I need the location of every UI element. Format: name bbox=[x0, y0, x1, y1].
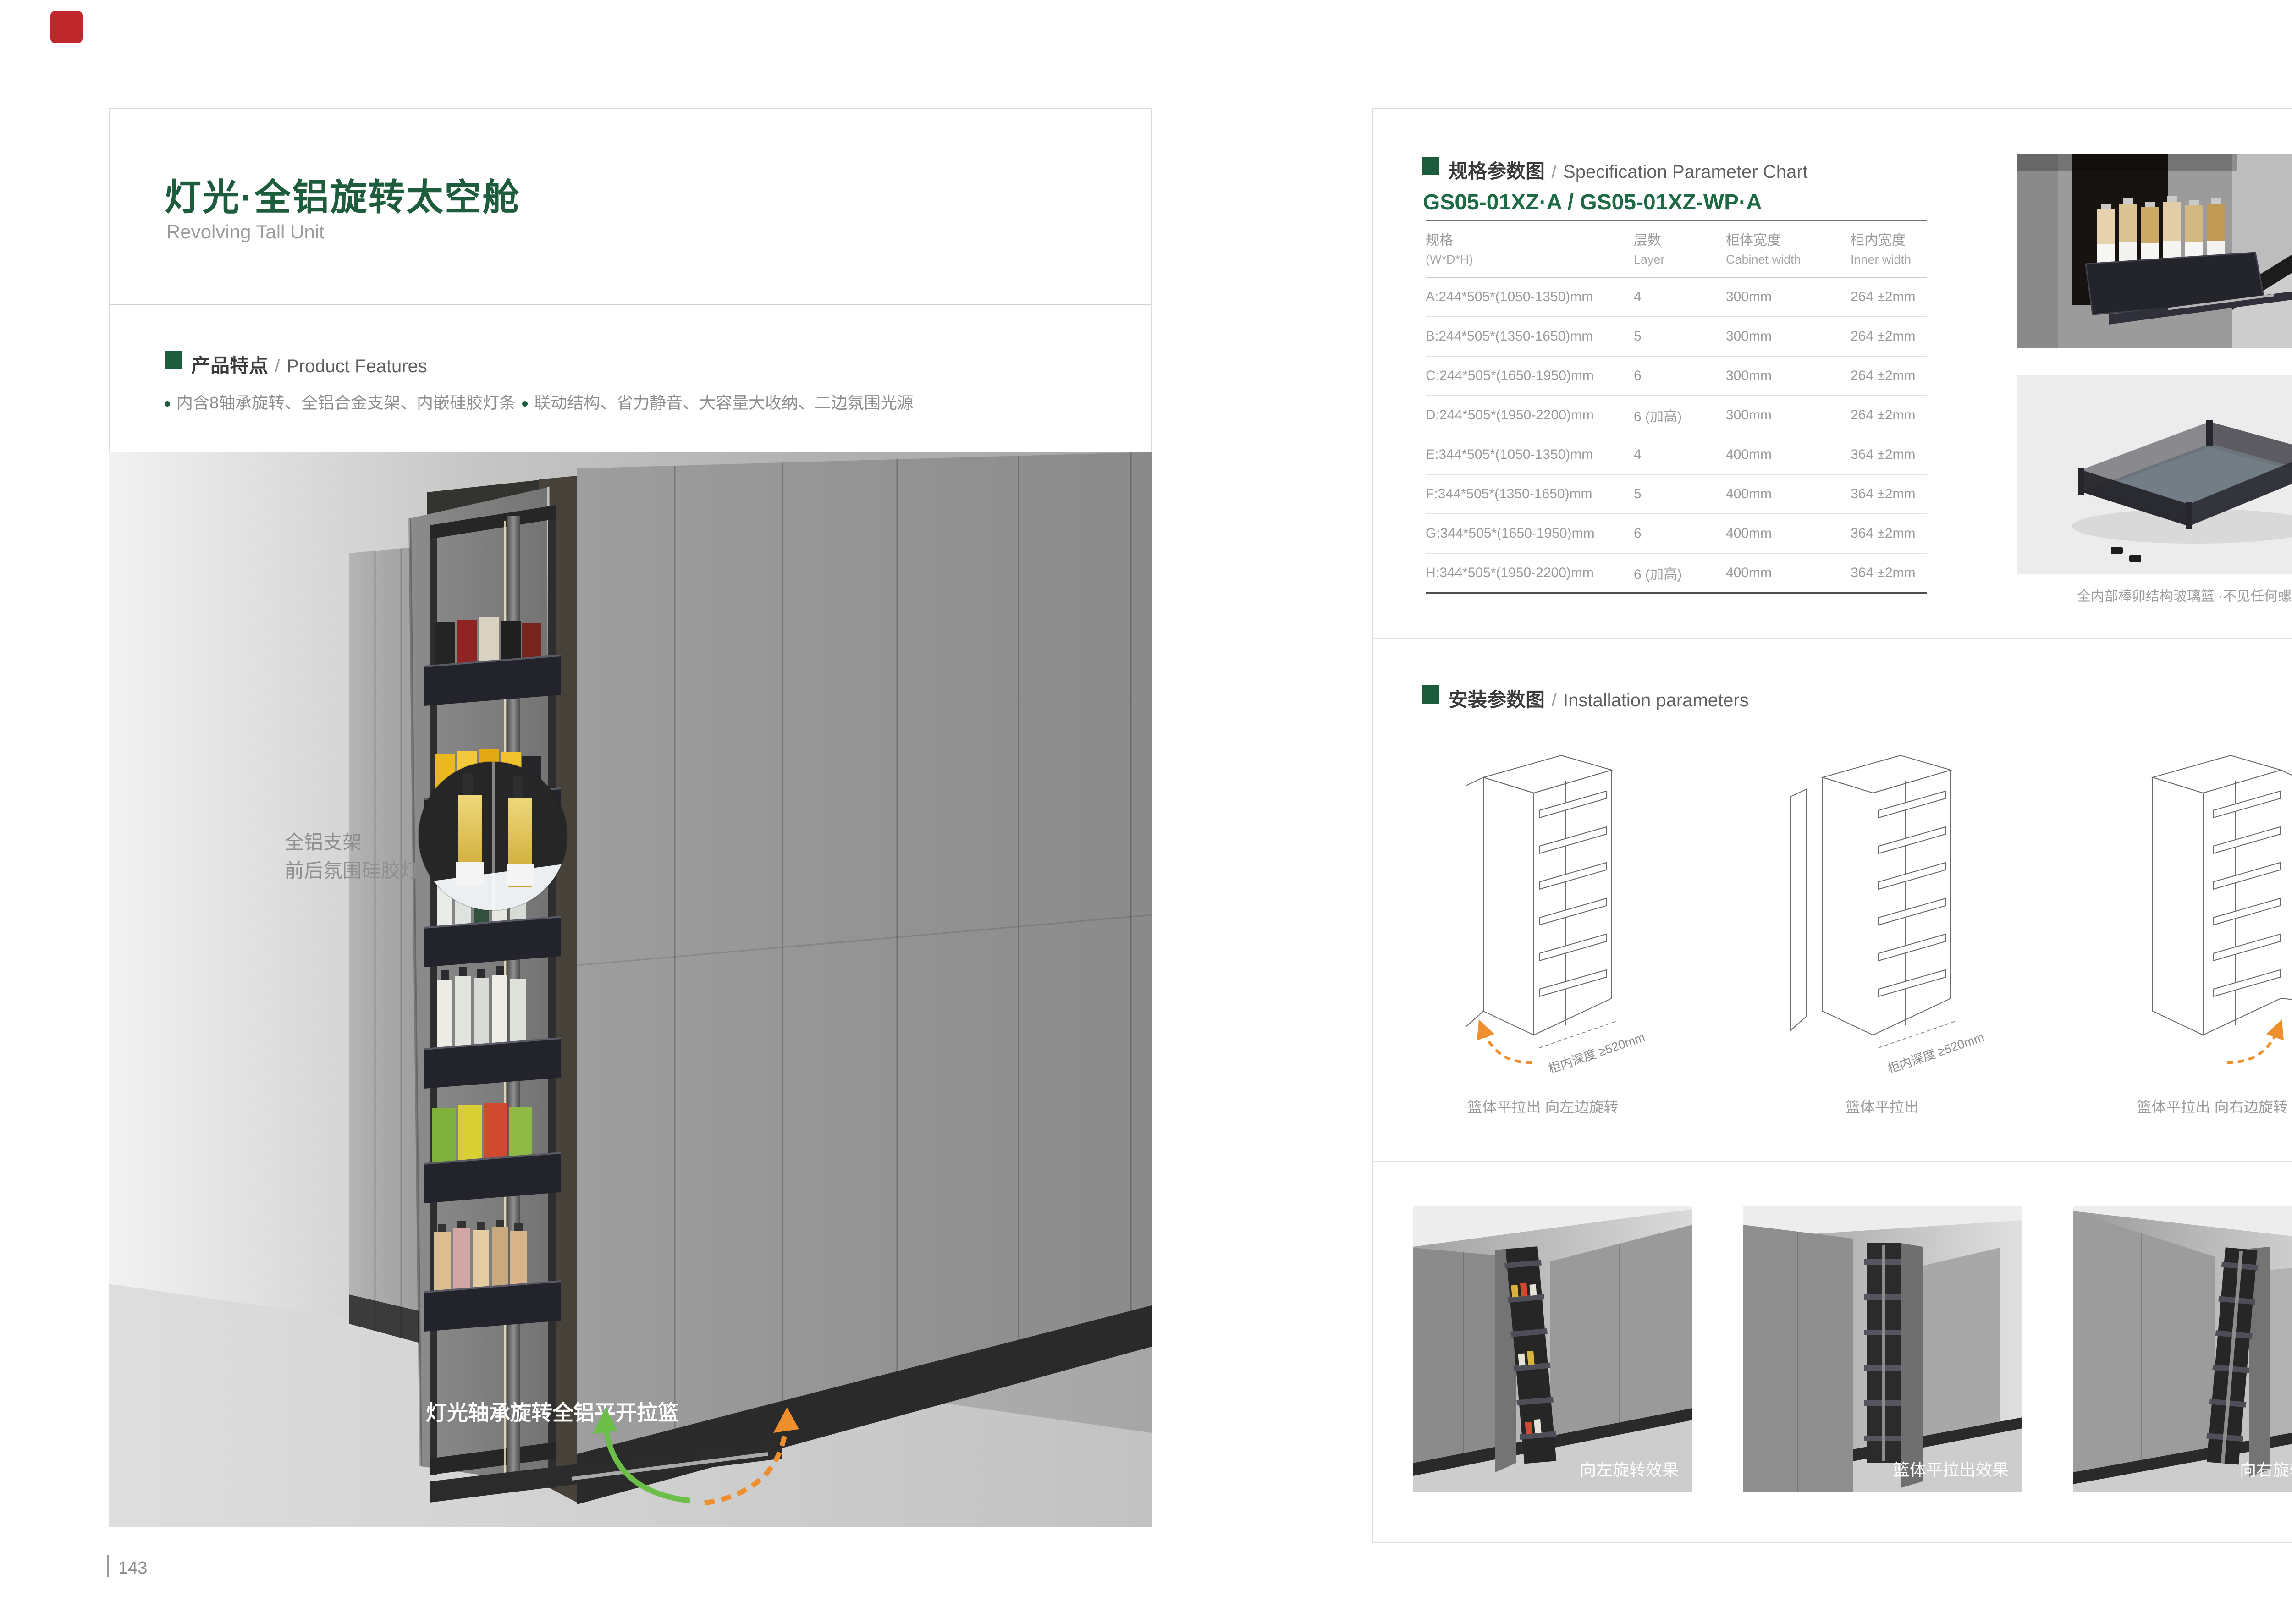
divider bbox=[110, 304, 1151, 305]
rotation-label: 灯光轴承旋转全铝平开拉篮 bbox=[426, 1401, 679, 1425]
table-row: H:344*505*(1950-2200)mm6 (加高) 400mm364 ±… bbox=[1426, 554, 1927, 594]
table-row: E:344*505*(1050-1350)mm4 400mm364 ±2mm bbox=[1426, 435, 1927, 475]
divider bbox=[1373, 638, 2292, 639]
product-photo-illustration: 全铝支架 前后氛围硅胶灯 灯光轴承旋转全铝平开拉篮 bbox=[109, 452, 1152, 1527]
page-title: 灯光·全铝旋转太空舱 bbox=[165, 168, 521, 221]
spec-photo-tray bbox=[2017, 375, 2292, 574]
model-number: GS05-01XZ·A / GS05-01XZ-WP·A bbox=[1423, 190, 1762, 215]
feature-bullet-1: 内含8轴承旋转、全铝合金支架、内嵌硅胶灯条 bbox=[165, 390, 516, 413]
features-heading-cn: 产品特点 bbox=[191, 355, 268, 376]
features-heading: 产品特点 / Product Features bbox=[191, 350, 427, 378]
effect-photo-rotate-left: 向左旋转效果 bbox=[1413, 1206, 1692, 1492]
catalog-spread: 灯光·全铝旋转太空舱 Revolving Tall Unit 产品特点 / Pr… bbox=[0, 0, 2292, 1624]
effect-caption: 向左旋转效果 bbox=[1580, 1457, 1679, 1481]
green-square-icon bbox=[1422, 157, 1439, 175]
effect-caption: 向右旋转效果 bbox=[2240, 1457, 2292, 1481]
features-heading-en: Product Features bbox=[286, 356, 427, 376]
green-square-icon bbox=[165, 351, 182, 369]
feature-bullet-2: 联动结构、省力静音、大容量大收纳、二边氛围光源 bbox=[522, 390, 914, 413]
divider bbox=[1373, 1161, 2292, 1162]
page-subtitle: Revolving Tall Unit bbox=[166, 221, 325, 243]
spec-photo-basket bbox=[2017, 154, 2292, 348]
install-caption-right: 篮体平拉出 向右边旋转 bbox=[2084, 1096, 2292, 1117]
table-row: A:244*505*(1050-1350)mm4 300mm264 ±2mm bbox=[1426, 278, 1927, 317]
left-page: 灯光·全铝旋转太空舱 Revolving Tall Unit 产品特点 / Pr… bbox=[109, 108, 1152, 1526]
install-diagram-right bbox=[2084, 742, 2292, 1081]
col-header: 层数 bbox=[1634, 231, 1726, 251]
footer-rule-left bbox=[107, 1555, 109, 1577]
bullet-dot-icon bbox=[522, 401, 528, 407]
table-row: B:244*505*(1350-1650)mm5 300mm264 ±2mm bbox=[1426, 317, 1927, 357]
spec-table: 规格 (W*D*H) 层数 Layer 柜体宽度 Cabinet width 柜… bbox=[1426, 220, 1927, 594]
install-diagram-left: 柜内深度 ≥520mm bbox=[1415, 742, 1671, 1081]
col-header: 柜体宽度 bbox=[1726, 231, 1851, 251]
depth-dimension-label: 柜内深度 ≥520mm bbox=[1547, 1030, 1647, 1076]
effect-photo-pullout: 篮体平拉出效果 bbox=[1743, 1206, 2022, 1492]
green-square-icon bbox=[1422, 685, 1439, 704]
brand-logo bbox=[50, 11, 83, 43]
depth-dimension-label: 柜内深度 ≥520mm bbox=[1886, 1030, 1986, 1076]
effect-photo-rotate-right: 向右旋转效果 bbox=[2073, 1206, 2292, 1492]
col-header: 柜内宽度 bbox=[1851, 231, 1927, 251]
spec-heading-en: Specification Parameter Chart bbox=[1563, 162, 1808, 182]
product-photo: 全铝支架 前后氛围硅胶灯 灯光轴承旋转全铝平开拉篮 bbox=[109, 452, 1152, 1527]
table-row: D:244*505*(1950-2200)mm6 (加高) 300mm264 ±… bbox=[1426, 396, 1927, 435]
spec-table-header: 规格 (W*D*H) 层数 Layer 柜体宽度 Cabinet width 柜… bbox=[1426, 221, 1927, 278]
install-heading-sep: / bbox=[1547, 690, 1561, 710]
features-heading-sep: / bbox=[270, 356, 284, 376]
table-row: C:244*505*(1650-1950)mm6 300mm264 ±2mm bbox=[1426, 357, 1927, 396]
detail-inset-circle bbox=[419, 762, 567, 910]
swing-right-arrow-icon bbox=[2227, 1019, 2284, 1062]
spec-heading: 规格参数图 / Specification Parameter Chart bbox=[1449, 156, 1808, 184]
tall-rack bbox=[1864, 1243, 1904, 1463]
table-row: G:344*505*(1650-1950)mm6 400mm364 ±2mm bbox=[1426, 514, 1927, 554]
bullet-dot-icon bbox=[165, 401, 170, 407]
install-diagram-center: 柜内深度 ≥520mm bbox=[1754, 742, 2011, 1081]
right-cabinet bbox=[577, 452, 1152, 1504]
inset-label-line1: 全铝支架 bbox=[285, 831, 362, 853]
inset-label-line2: 前后氛围硅胶灯 bbox=[285, 860, 419, 881]
effect-caption: 篮体平拉出效果 bbox=[1893, 1457, 2009, 1481]
install-heading-cn: 安装参数图 bbox=[1449, 689, 1545, 710]
install-caption-left: 篮体平拉出 向左边旋转 bbox=[1415, 1096, 1671, 1117]
right-page: 规格参数图 / Specification Parameter Chart GS… bbox=[1372, 108, 2292, 1543]
spec-heading-cn: 规格参数图 bbox=[1449, 160, 1545, 182]
col-header: 规格 bbox=[1426, 231, 1634, 251]
spec-photo-caption: 全内部棒卯结构玻璃篮 ·不见任何螺丝 bbox=[2017, 585, 2292, 605]
spec-heading-sep: / bbox=[1547, 162, 1561, 182]
install-caption-center: 篮体平拉出 bbox=[1754, 1096, 2011, 1117]
table-row: F:344*505*(1350-1650)mm5 400mm364 ±2mm bbox=[1426, 475, 1927, 514]
basket-shelf bbox=[424, 617, 561, 706]
install-heading: 安装参数图 / Installation parameters bbox=[1449, 684, 1749, 712]
install-heading-en: Installation parameters bbox=[1563, 690, 1749, 710]
page-number-left: 143 bbox=[118, 1558, 147, 1578]
